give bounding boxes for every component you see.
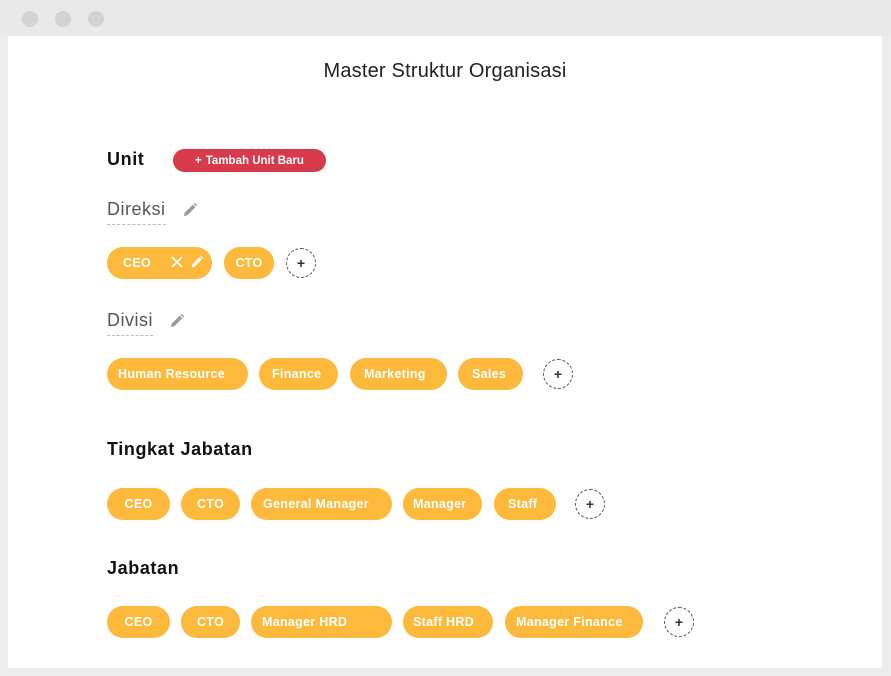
unit-chip[interactable]: CTO: [224, 247, 274, 279]
add-divisi-button[interactable]: +: [543, 359, 573, 389]
chip-label: Manager Finance: [516, 615, 623, 629]
unit-chip[interactable]: Human Resource: [107, 358, 248, 390]
plus-icon: +: [296, 255, 306, 271]
chip-label: Manager HRD: [262, 615, 348, 629]
position-level-chip[interactable]: CEO: [107, 488, 170, 520]
add-position-button[interactable]: +: [664, 607, 694, 637]
divisi-label: Divisi: [107, 310, 153, 336]
page-title: Master Struktur Organisasi: [323, 60, 567, 82]
jabatan-heading: Jabatan: [107, 558, 180, 578]
position-chip[interactable]: Staff HRD: [403, 606, 493, 638]
unit-chip[interactable]: Marketing: [350, 358, 447, 390]
chip-label: Staff: [508, 497, 538, 511]
tingkat-jabatan-chip-row: CEO CTO General Manager Manager Staff +: [107, 488, 627, 520]
pencil-icon[interactable]: [182, 202, 198, 218]
unit-heading: Unit: [107, 149, 145, 169]
chip-label: Manager: [413, 497, 467, 511]
add-position-level-button[interactable]: +: [575, 489, 605, 519]
chip-label: CEO: [123, 256, 151, 270]
position-chip[interactable]: Manager Finance: [505, 606, 643, 638]
divisi-chip-row: Human Resource Finance Marketing Sales +: [107, 358, 587, 390]
plus-icon: +: [674, 614, 684, 630]
close-icon[interactable]: [170, 255, 184, 269]
chip-label: CTO: [196, 615, 225, 629]
plus-icon: +: [585, 496, 595, 512]
chip-label: Human Resource: [118, 367, 226, 381]
position-level-chip[interactable]: Manager: [403, 488, 482, 520]
add-direksi-button[interactable]: +: [286, 248, 316, 278]
chip-label: General Manager: [263, 497, 369, 511]
direksi-label: Direksi: [107, 199, 166, 225]
chip-label: CEO: [124, 497, 153, 511]
position-chip[interactable]: CEO: [107, 606, 170, 638]
direksi-chip-row: CEO CTO +: [107, 247, 327, 279]
position-chip[interactable]: Manager HRD: [251, 606, 392, 638]
chip-label: Marketing: [364, 367, 426, 381]
pencil-icon[interactable]: [169, 313, 185, 329]
unit-chip-selected[interactable]: CEO: [107, 247, 212, 279]
add-unit-button-label: Tambah Unit Baru: [205, 154, 304, 167]
chip-label: CTO: [235, 256, 263, 270]
position-level-chip[interactable]: General Manager: [251, 488, 392, 520]
jabatan-chip-row: CEO CTO Manager HRD Staff HRD Manager Fi…: [107, 606, 707, 638]
window-control-dot[interactable]: [88, 11, 104, 27]
main-panel: Master Struktur Organisasi Unit + Tambah…: [8, 36, 882, 668]
chip-label: Finance: [272, 367, 322, 381]
chip-label: CTO: [196, 497, 225, 511]
position-chip[interactable]: CTO: [181, 606, 240, 638]
tingkat-jabatan-heading: Tingkat Jabatan: [107, 439, 253, 459]
window-titlebar: [0, 0, 891, 36]
window-control-dot[interactable]: [55, 11, 71, 27]
plus-icon: +: [195, 154, 202, 167]
position-level-chip[interactable]: Staff: [494, 488, 556, 520]
add-unit-button[interactable]: + Tambah Unit Baru: [173, 149, 326, 172]
unit-chip[interactable]: Finance: [259, 358, 338, 390]
pencil-icon[interactable]: [190, 255, 204, 269]
position-level-chip[interactable]: CTO: [181, 488, 240, 520]
window-control-dot[interactable]: [22, 11, 38, 27]
chip-label: Sales: [472, 367, 507, 381]
plus-icon: +: [553, 366, 563, 382]
chip-label: Staff HRD: [413, 615, 475, 629]
unit-chip[interactable]: Sales: [458, 358, 523, 390]
chip-label: CEO: [124, 615, 153, 629]
